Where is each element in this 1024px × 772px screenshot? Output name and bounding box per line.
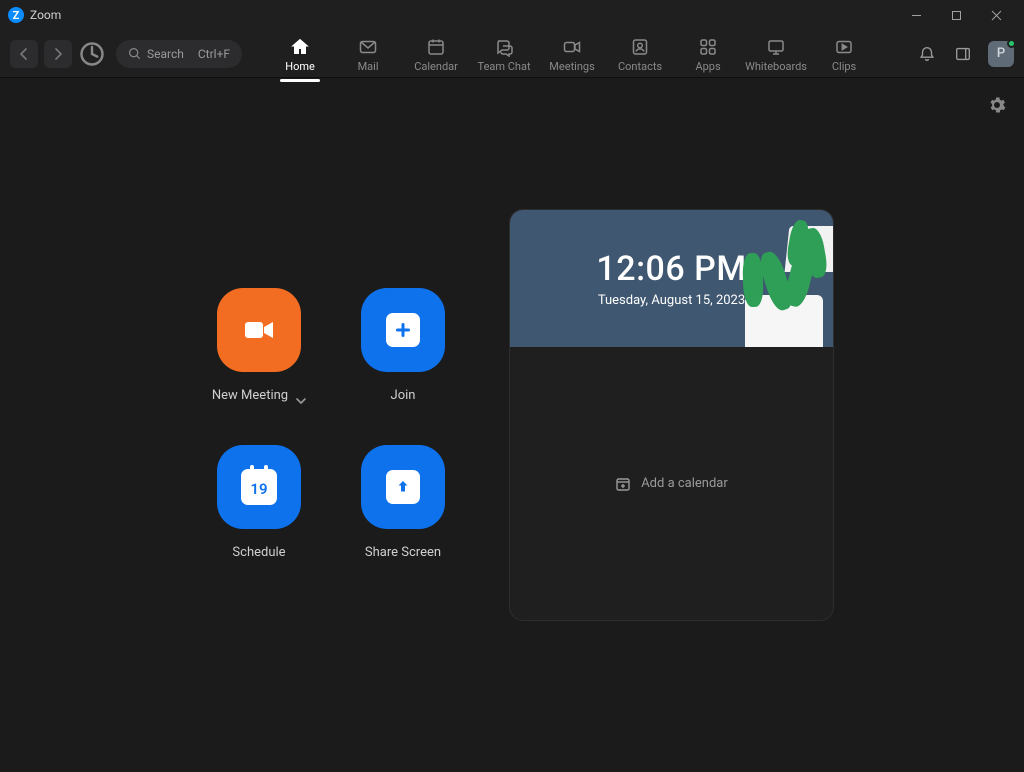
schedule-label: Schedule xyxy=(232,545,285,560)
chat-icon xyxy=(494,37,514,57)
avatar-initial: P xyxy=(997,46,1005,61)
join-label: Join xyxy=(391,388,416,403)
video-icon xyxy=(562,37,582,57)
new-meeting-label: New Meeting xyxy=(212,388,288,403)
nav-back-button[interactable] xyxy=(10,40,38,68)
tab-clips-label: Clips xyxy=(832,60,856,73)
apps-icon xyxy=(698,37,718,57)
tab-mail[interactable]: Mail xyxy=(334,35,402,73)
notifications-icon[interactable] xyxy=(916,43,938,65)
search-icon xyxy=(128,47,141,60)
calendar-icon xyxy=(426,37,446,57)
search-shortcut: Ctrl+F xyxy=(198,47,230,61)
tab-mail-label: Mail xyxy=(358,60,379,73)
tab-contacts[interactable]: Contacts xyxy=(606,35,674,73)
join-button[interactable] xyxy=(361,288,445,372)
whiteboard-icon xyxy=(766,37,786,57)
calendar-header: 12:06 PM Tuesday, August 15, 2023 xyxy=(510,210,833,347)
tab-teamchat[interactable]: Team Chat xyxy=(470,35,538,73)
join-item: Join xyxy=(333,288,473,403)
clock-time: 12:06 PM xyxy=(596,249,746,289)
search-label: Search xyxy=(147,47,184,61)
clips-icon xyxy=(834,37,854,57)
schedule-day: 19 xyxy=(250,480,267,498)
titlebar: Z Zoom xyxy=(0,0,1024,30)
clock-date: Tuesday, August 15, 2023 xyxy=(598,293,745,308)
tab-calendar[interactable]: Calendar xyxy=(402,35,470,73)
window-title: Zoom xyxy=(30,8,61,22)
tab-contacts-label: Contacts xyxy=(618,60,662,73)
minimize-button[interactable] xyxy=(896,0,936,30)
tab-meetings-label: Meetings xyxy=(549,60,594,73)
tab-whiteboards-label: Whiteboards xyxy=(745,60,807,73)
profile-avatar[interactable]: P xyxy=(988,41,1014,67)
schedule-item: 19 Schedule xyxy=(189,445,329,560)
toolbar: Search Ctrl+F Home Mail Calendar Team Ch… xyxy=(0,30,1024,78)
tab-home[interactable]: Home xyxy=(266,35,334,73)
calendar-add-icon xyxy=(615,476,631,492)
schedule-icon: 19 xyxy=(241,469,277,505)
tab-teamchat-label: Team Chat xyxy=(478,60,531,73)
maximize-button[interactable] xyxy=(936,0,976,30)
upload-icon xyxy=(386,470,420,504)
zoom-logo: Z xyxy=(8,7,24,23)
presence-dot xyxy=(1007,39,1016,48)
add-calendar-link[interactable]: Add a calendar xyxy=(510,347,833,620)
tab-whiteboards[interactable]: Whiteboards xyxy=(742,35,810,73)
tab-apps-label: Apps xyxy=(695,60,720,73)
share-screen-item: Share Screen xyxy=(333,445,473,560)
dock-icon[interactable] xyxy=(952,43,974,65)
share-screen-button[interactable] xyxy=(361,445,445,529)
tab-apps[interactable]: Apps xyxy=(674,35,742,73)
tab-calendar-label: Calendar xyxy=(414,60,458,73)
search-box[interactable]: Search Ctrl+F xyxy=(116,40,242,68)
home-content: New Meeting Join 19 xyxy=(0,78,1024,772)
tabs: Home Mail Calendar Team Chat Meetings Co… xyxy=(266,35,878,73)
contacts-icon xyxy=(630,37,650,57)
chevron-down-icon[interactable] xyxy=(296,391,306,401)
share-screen-label: Share Screen xyxy=(365,545,441,560)
tab-meetings[interactable]: Meetings xyxy=(538,35,606,73)
add-calendar-label: Add a calendar xyxy=(641,476,728,491)
tab-home-label: Home xyxy=(285,60,315,73)
schedule-button[interactable]: 19 xyxy=(217,445,301,529)
tab-clips[interactable]: Clips xyxy=(810,35,878,73)
new-meeting-item: New Meeting xyxy=(189,288,329,403)
close-button[interactable] xyxy=(976,0,1016,30)
new-meeting-button[interactable] xyxy=(217,288,301,372)
nav-forward-button[interactable] xyxy=(44,40,72,68)
settings-button[interactable] xyxy=(988,96,1006,118)
history-button[interactable] xyxy=(78,40,106,68)
plus-icon xyxy=(386,313,420,347)
mail-icon xyxy=(358,37,378,57)
calendar-card: 12:06 PM Tuesday, August 15, 2023 Add a … xyxy=(509,209,834,621)
home-icon xyxy=(290,37,310,57)
